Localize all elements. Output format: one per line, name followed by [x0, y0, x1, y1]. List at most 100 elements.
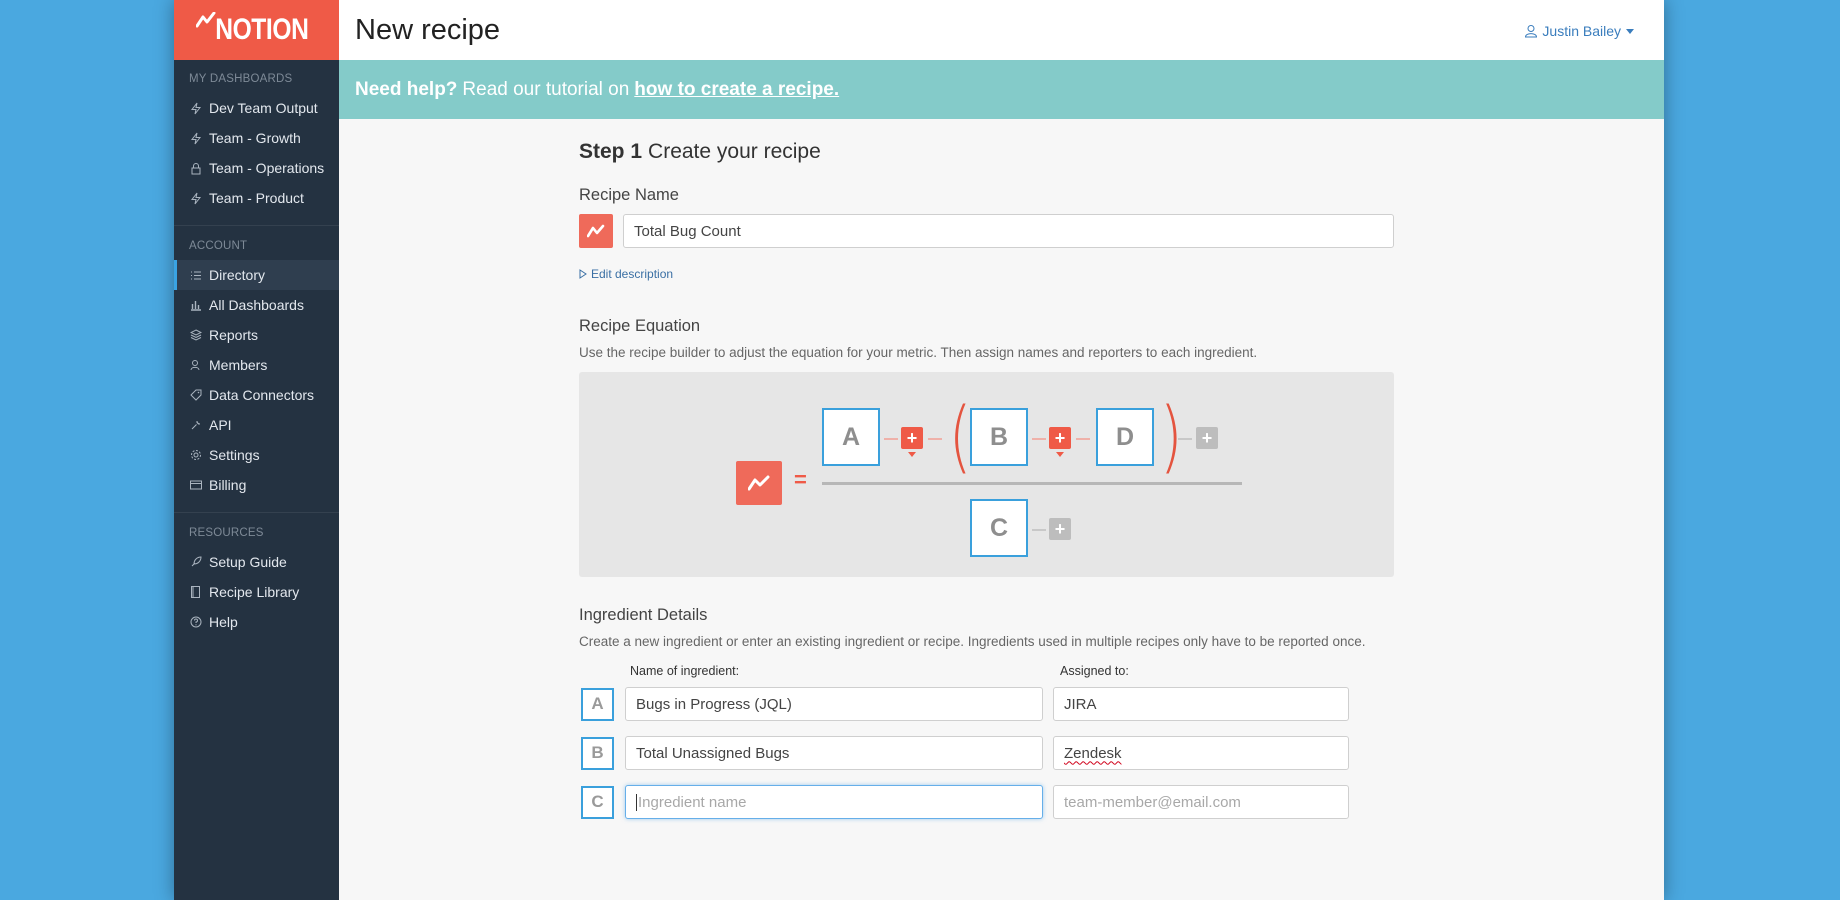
operator-plus-button[interactable]: + — [901, 427, 923, 449]
question-icon — [189, 616, 202, 629]
ingredient-details-description: Create a new ingredient or enter an exis… — [579, 634, 1366, 649]
edit-description-link[interactable]: Edit description — [579, 267, 1394, 281]
assigned-to-value: Zendesk — [1064, 744, 1122, 762]
sidebar-item-team-product[interactable]: Team - Product — [174, 183, 339, 213]
ingredient-row-b: B Total Unassigned Bugs Zendesk — [579, 736, 1394, 770]
sidebar-divider — [174, 512, 339, 513]
wrench-icon — [189, 419, 202, 432]
equals-sign: = — [794, 467, 807, 492]
user-menu[interactable]: Justin Bailey — [1524, 23, 1634, 39]
sidebar-item-recipe-library[interactable]: Recipe Library — [174, 577, 339, 607]
sidebar-item-reports[interactable]: Reports — [174, 320, 339, 350]
sidebar-item-label: Dev Team Output — [209, 100, 318, 116]
sidebar-section-account: ACCOUNT Directory All Dashboards Reports… — [174, 232, 339, 500]
sidebar: NOTION MY DASHBOARDS Dev Team Output Tea… — [174, 0, 339, 900]
bolt-icon — [189, 192, 202, 205]
caret-down-icon — [1626, 28, 1634, 34]
add-operator-button[interactable]: + — [1049, 518, 1071, 540]
connector-line — [928, 438, 942, 440]
recipe-builder: = A + ( B + D ) + C + — [579, 372, 1394, 577]
assigned-to-input[interactable]: team-member@email.com — [1053, 785, 1349, 819]
bar-chart-icon — [189, 299, 202, 312]
metric-line-icon — [748, 475, 770, 491]
sidebar-item-directory[interactable]: Directory — [174, 260, 339, 290]
sidebar-item-billing[interactable]: Billing — [174, 470, 339, 500]
sidebar-section-label: RESOURCES — [189, 527, 264, 539]
sidebar-item-label: Reports — [209, 327, 259, 343]
sidebar-item-label: Team - Growth — [209, 130, 301, 146]
sidebar-divider — [174, 225, 339, 226]
recipe-icon-button[interactable] — [579, 214, 613, 248]
sidebar-item-label: Team - Product — [209, 190, 304, 206]
sidebar-item-team-operations[interactable]: Team - Operations — [174, 153, 339, 183]
caret-down-icon — [908, 452, 916, 457]
sidebar-item-setup-guide[interactable]: Setup Guide — [174, 547, 339, 577]
sidebar-item-members[interactable]: Members — [174, 350, 339, 380]
triangle-right-icon — [579, 269, 587, 279]
sidebar-item-label: Recipe Library — [209, 584, 300, 600]
column-header-assigned: Assigned to: — [1060, 664, 1129, 678]
column-header-name: Name of ingredient: — [630, 664, 740, 678]
users-icon — [189, 359, 202, 372]
fraction-bar — [822, 482, 1242, 485]
recipe-form: Step 1 Create your recipe Recipe Name Tot… — [579, 140, 1394, 834]
user-icon — [1525, 25, 1538, 38]
sidebar-item-label: Setup Guide — [209, 554, 287, 570]
page-title: New recipe — [355, 13, 501, 46]
book-icon — [189, 586, 202, 599]
credit-card-icon — [189, 479, 202, 492]
ingredient-name-input[interactable]: Total Unassigned Bugs — [625, 736, 1043, 770]
connector-line — [1032, 438, 1046, 440]
sidebar-section-resources: RESOURCES Setup Guide Recipe Library Hel… — [174, 519, 339, 637]
connector-line — [884, 438, 898, 440]
sidebar-item-settings[interactable]: Settings — [174, 440, 339, 470]
ingredient-row-a: A Bugs in Progress (JQL) JIRA — [579, 687, 1394, 721]
assigned-to-input[interactable]: Zendesk — [1053, 736, 1349, 770]
sidebar-section-label: ACCOUNT — [189, 240, 248, 252]
gear-icon — [189, 449, 202, 462]
equation-ingredient-a[interactable]: A — [822, 408, 880, 466]
sidebar-item-label: API — [209, 417, 232, 433]
ingredient-row-c: C Ingredient name team-member@email.com — [579, 785, 1394, 819]
add-operator-button[interactable]: + — [1196, 427, 1218, 449]
sidebar-item-label: All Dashboards — [209, 297, 304, 313]
recipe-name-row: Total Bug Count — [579, 214, 1394, 248]
ingredient-table-header: Name of ingredient: Assigned to: — [579, 664, 1394, 678]
tutorial-link[interactable]: how to create a recipe. — [634, 79, 839, 101]
recipe-equation-label: Recipe Equation — [579, 317, 701, 335]
brand-logo[interactable]: NOTION — [174, 0, 339, 60]
assigned-to-placeholder: team-member@email.com — [1064, 793, 1241, 811]
recipe-name-label: Recipe Name — [579, 186, 679, 204]
metric-line-icon — [587, 224, 605, 238]
sidebar-section-dashboards: MY DASHBOARDS Dev Team Output Team - Gro… — [174, 65, 339, 213]
operator-plus-button[interactable]: + — [1049, 427, 1071, 449]
main-content: New recipe Justin Bailey Need help? Read… — [339, 0, 1664, 900]
sidebar-item-data-connectors[interactable]: Data Connectors — [174, 380, 339, 410]
equation-ingredient-c[interactable]: C — [970, 499, 1028, 557]
assigned-to-input[interactable]: JIRA — [1053, 687, 1349, 721]
ingredient-name-placeholder: Ingredient name — [638, 793, 747, 811]
sidebar-item-team-growth[interactable]: Team - Growth — [174, 123, 339, 153]
sidebar-item-label: Settings — [209, 447, 260, 463]
connector-line — [1076, 438, 1090, 440]
sidebar-item-help[interactable]: Help — [174, 607, 339, 637]
bolt-icon — [189, 132, 202, 145]
equation-ingredient-b[interactable]: B — [970, 408, 1028, 466]
user-name: Justin Bailey — [1542, 23, 1621, 39]
caret-down-icon — [1056, 452, 1064, 457]
connector-line — [1032, 529, 1046, 531]
step-heading: Step 1 Create your recipe — [579, 140, 1394, 164]
sidebar-item-label: Help — [209, 614, 238, 630]
sidebar-section-label: MY DASHBOARDS — [189, 73, 293, 85]
ingredient-name-input[interactable]: Bugs in Progress (JQL) — [625, 687, 1043, 721]
ingredient-name-input[interactable]: Ingredient name — [625, 785, 1043, 819]
recipe-name-input[interactable]: Total Bug Count — [623, 214, 1394, 248]
open-parenthesis: ( — [948, 392, 972, 482]
sidebar-item-dev-team-output[interactable]: Dev Team Output — [174, 93, 339, 123]
logo-mark-icon — [196, 12, 216, 28]
sidebar-item-api[interactable]: API — [174, 410, 339, 440]
equation-ingredient-d[interactable]: D — [1096, 408, 1154, 466]
edit-description-label: Edit description — [591, 267, 674, 281]
lock-icon — [189, 162, 202, 175]
sidebar-item-all-dashboards[interactable]: All Dashboards — [174, 290, 339, 320]
